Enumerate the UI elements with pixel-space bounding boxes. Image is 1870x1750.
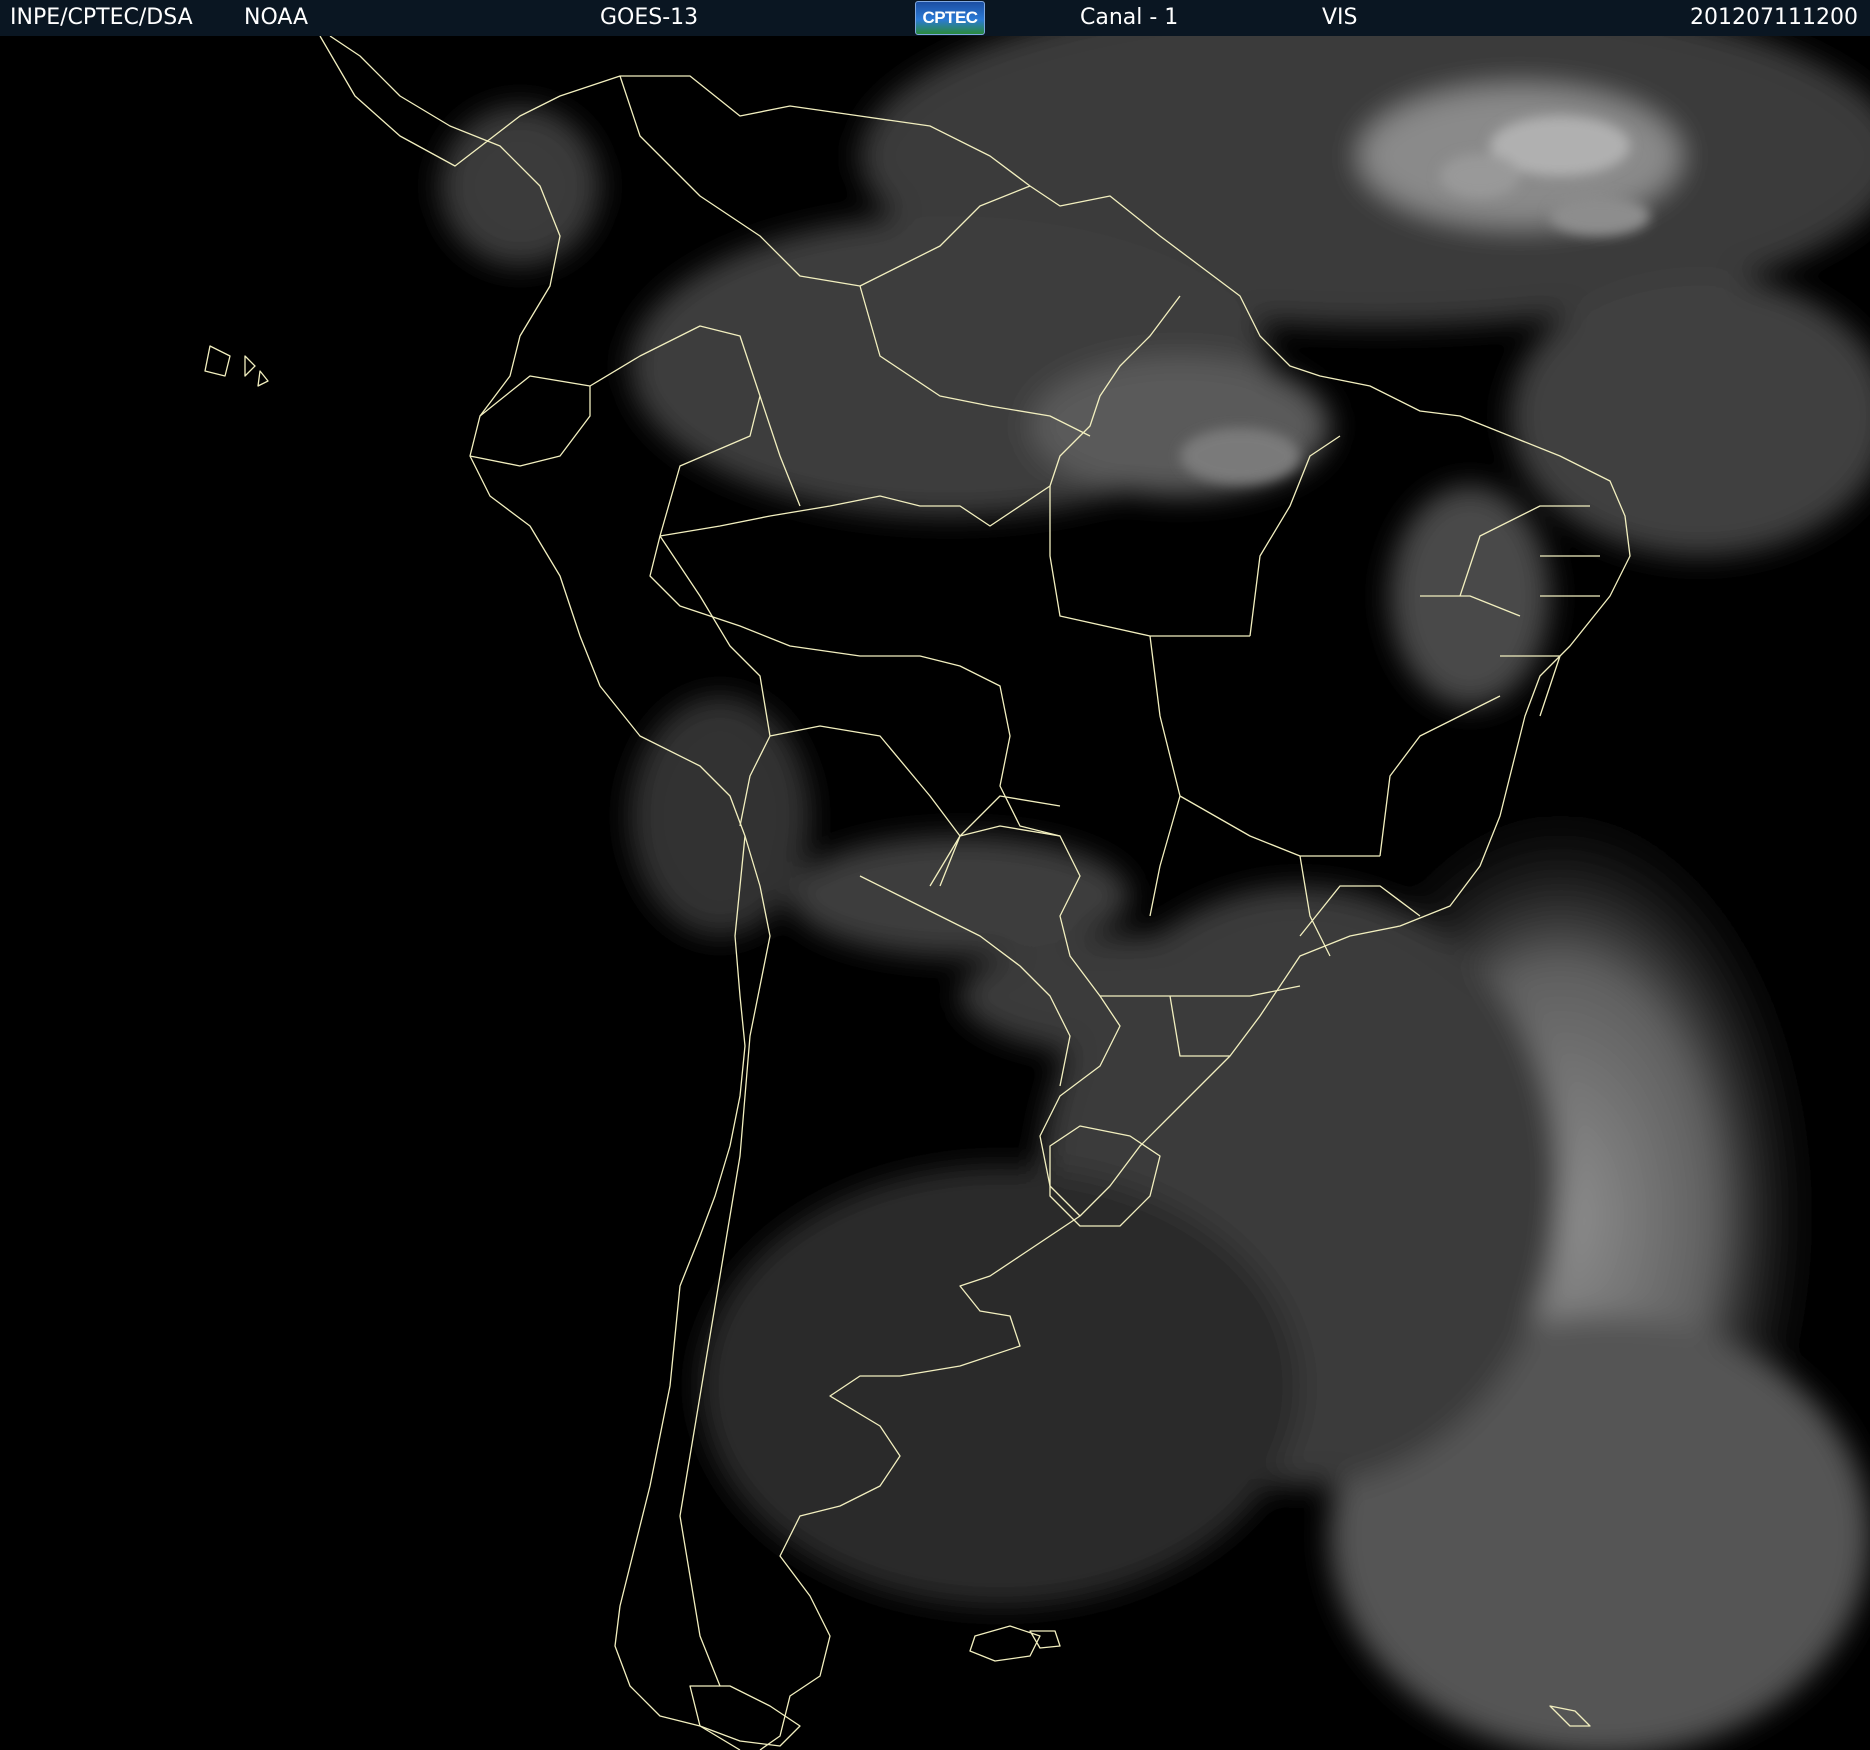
satellite-image [0, 36, 1870, 1750]
institution-label: INPE/CPTEC/DSA [10, 5, 193, 30]
cloud-paraguay [790, 836, 1130, 956]
cptec-logo-text: CPTEC [922, 8, 978, 27]
timestamp-label: 201207111200 [1690, 5, 1858, 30]
cloud-para [1030, 356, 1330, 496]
cloud-patagonia-sea [700, 1166, 1300, 1606]
cptec-logo: CPTEC [915, 1, 985, 35]
cloud-bright-cell-4 [1180, 428, 1300, 484]
channel-label: Canal - 1 [1080, 5, 1179, 30]
cloud-bright-cell-2 [1440, 154, 1520, 198]
satellite-map-svg [0, 36, 1870, 1750]
cloud-andes-north [630, 696, 810, 936]
cloud-bright-cell-3 [1550, 196, 1650, 236]
cloud-colombia [440, 106, 600, 266]
band-label: VIS [1322, 5, 1358, 30]
agency-label: NOAA [244, 5, 309, 30]
image-header-bar: INPE/CPTEC/DSA NOAA GOES-13 CPTEC Canal … [0, 0, 1870, 36]
satellite-label: GOES-13 [600, 5, 699, 30]
